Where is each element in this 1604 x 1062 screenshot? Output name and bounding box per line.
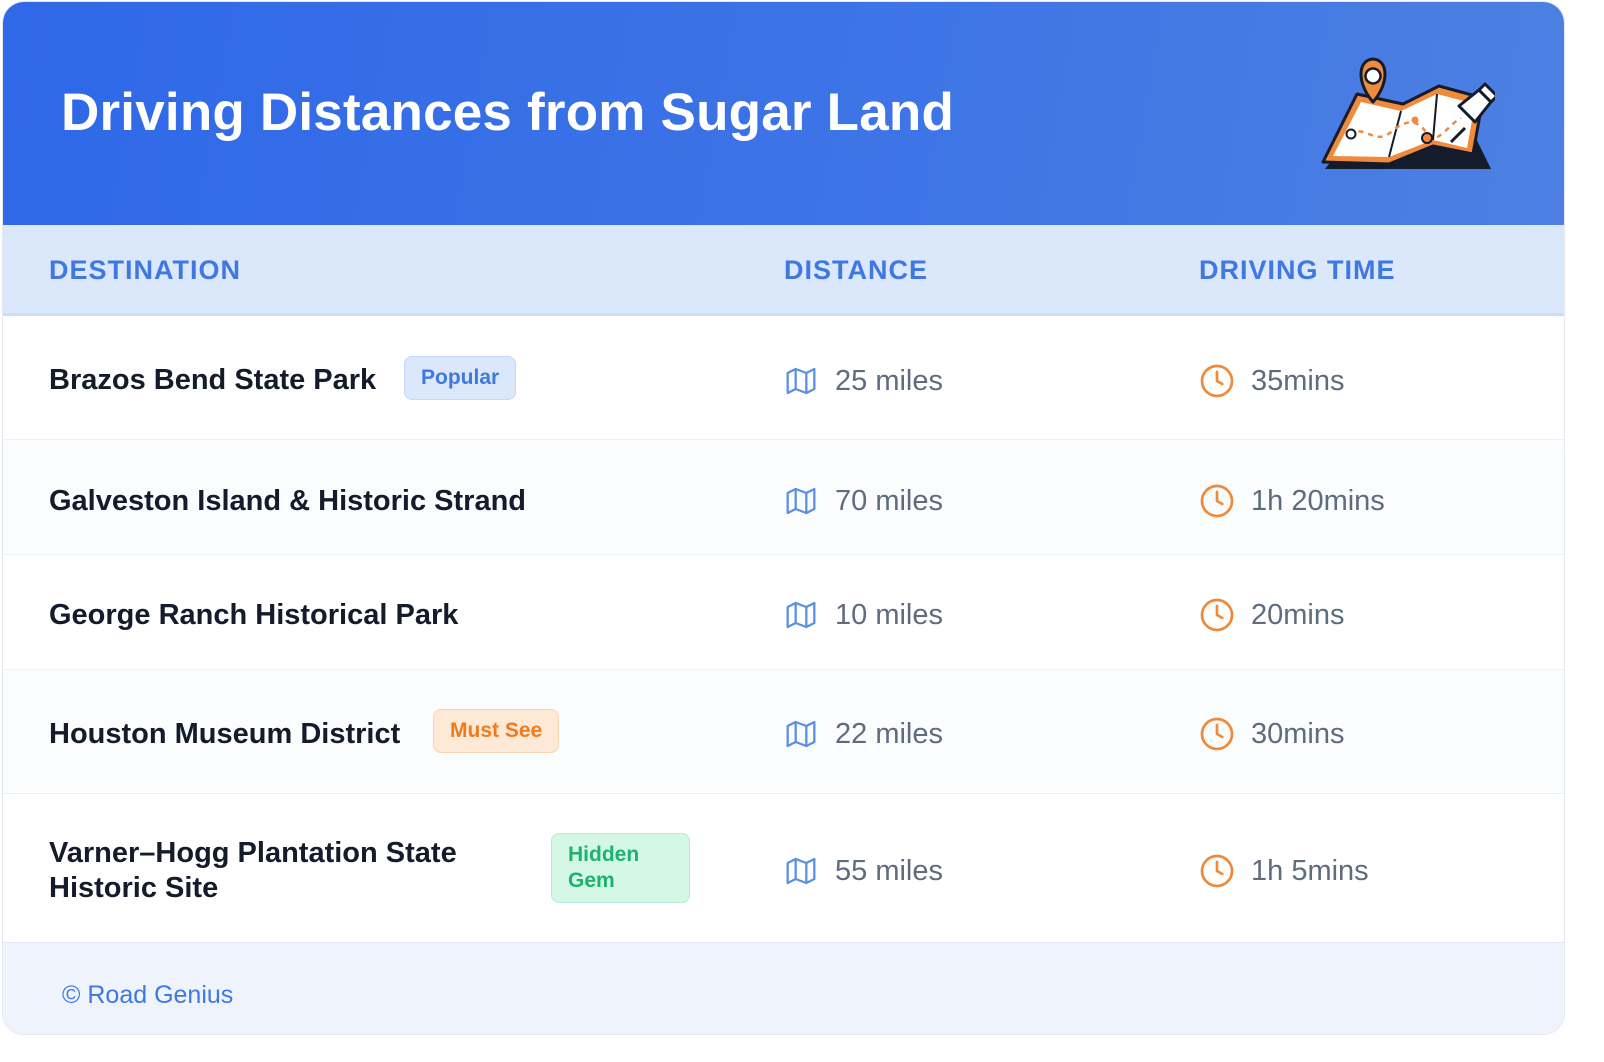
time-cell: 1h 5mins [1199, 851, 1369, 891]
time-cell: 20mins [1199, 595, 1345, 635]
time-value: 1h 5mins [1251, 854, 1369, 887]
clock-icon [1200, 854, 1234, 888]
map-icon [786, 720, 816, 748]
destination-name: Houston Museum District [49, 718, 401, 750]
table-row: George Ranch Historical Park 10 miles 20… [3, 555, 1564, 670]
distance-value: 10 miles [835, 598, 943, 631]
distance-value: 25 miles [835, 364, 943, 397]
destination-name: George Ranch Historical Park [49, 599, 459, 631]
map-icon [786, 857, 816, 885]
table-row: Galveston Island & Historic Strand 70 mi… [3, 440, 1564, 555]
destination-name: Varner–Hogg Plantation State Historic Si… [49, 837, 457, 904]
badge-hidden-gem: Hidden Gem [551, 833, 690, 903]
distance-value: 70 miles [835, 484, 943, 517]
time-cell: 1h 20mins [1199, 481, 1385, 521]
distance-cell: 70 miles [785, 481, 943, 521]
distance-value: 55 miles [835, 854, 943, 887]
badge-must-see: Must See [433, 709, 560, 753]
distance-cell: 22 miles [785, 714, 943, 754]
map-icon [786, 487, 816, 515]
distance-cell: 55 miles [785, 851, 943, 891]
distance-cell: 10 miles [785, 595, 943, 635]
distance-card: Driving Distances from Sugar Land DESTIN… [2, 1, 1565, 1035]
time-cell: 35mins [1199, 361, 1345, 401]
badge-popular: Popular [404, 356, 517, 400]
page-title: Driving Distances from Sugar Land [61, 83, 955, 142]
card-footer: © Road Genius [3, 942, 1564, 1034]
clock-icon [1200, 598, 1234, 632]
destination-name: Brazos Bend State Park [49, 364, 377, 396]
footer-credit[interactable]: © Road Genius [62, 981, 233, 1010]
distance-cell: 25 miles [785, 361, 943, 401]
distance-value: 22 miles [835, 717, 943, 750]
table-row: Brazos Bend State Park Popular 25 miles … [3, 316, 1564, 440]
time-value: 1h 20mins [1251, 484, 1385, 517]
column-header-distance[interactable]: DISTANCE [784, 255, 928, 286]
clock-icon [1200, 484, 1234, 518]
column-header-destination[interactable]: DESTINATION [49, 255, 241, 286]
card-header: Driving Distances from Sugar Land [3, 2, 1564, 225]
map-icon [786, 367, 816, 395]
time-cell: 30mins [1199, 714, 1345, 754]
time-value: 35mins [1251, 364, 1345, 397]
column-header-driving-time[interactable]: DRIVING TIME [1199, 255, 1396, 286]
table-row: Varner–Hogg Plantation State Historic Si… [3, 794, 1564, 942]
time-value: 30mins [1251, 717, 1345, 750]
table-row: Houston Museum District Must See 22 mile… [3, 670, 1564, 794]
clock-icon [1200, 364, 1234, 398]
table-header: DESTINATION DISTANCE DRIVING TIME [3, 225, 1564, 316]
map-pin-icon [1321, 57, 1495, 169]
clock-icon [1200, 717, 1234, 751]
destination-name: Galveston Island & Historic Strand [49, 485, 526, 517]
map-icon [786, 601, 816, 629]
time-value: 20mins [1251, 598, 1345, 631]
